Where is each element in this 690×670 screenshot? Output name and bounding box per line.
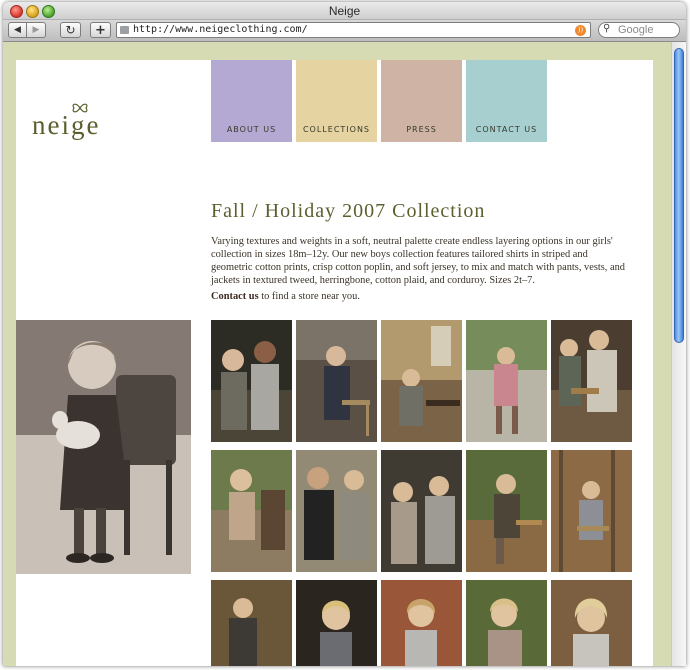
hero-photo [16,320,191,574]
gallery-photo[interactable] [296,450,377,572]
gallery-photo[interactable] [466,580,547,666]
gallery-photo[interactable] [296,580,377,666]
gallery-photo[interactable] [381,320,462,442]
nav-label: PRESS [406,125,437,134]
contact-line-text: to find a store near you. [258,291,360,302]
nav-about-us[interactable]: ABOUT US [211,60,292,142]
gallery-photo[interactable] [211,580,292,666]
nav-label: COLLECTIONS [302,125,371,134]
contact-us-link[interactable]: Contact us [211,291,259,302]
logo-text: neige [32,110,101,140]
address-bar[interactable]: http://www.neigeclothing.com/ )) [116,22,591,38]
browser-toolbar: ◀ ▶ ↻ + http://www.neigeclothing.com/ ))… [3,20,686,42]
page-heading: Fall / Holiday 2007 Collection [211,200,486,222]
scrollbar-thumb[interactable] [674,48,684,343]
url-text[interactable]: http://www.neigeclothing.com/ [133,24,308,35]
gallery-photo[interactable] [551,320,632,442]
contact-line: Contact us to find a store near you. [211,291,360,302]
gallery-photo[interactable] [466,450,547,572]
gallery-photo[interactable] [381,450,462,572]
title-bar: Neige [3,2,686,20]
gallery-photo[interactable] [211,320,292,442]
gallery-photo[interactable] [551,580,632,666]
gallery-photo[interactable] [211,450,292,572]
nav-label: CONTACT US [475,125,538,134]
gallery-photo[interactable] [381,580,462,666]
nav-contact-us[interactable]: CONTACT US [466,60,547,142]
gallery-photo[interactable] [466,320,547,442]
page-content: neige ABOUT US COLLECTIONS PRESS CONTACT… [16,60,653,666]
gallery-photo[interactable] [551,450,632,572]
nav-label: ABOUT US [226,125,277,134]
forward-button[interactable]: ▶ [27,22,46,38]
add-bookmark-button[interactable]: + [90,22,111,38]
intro-paragraph: Varying textures and weights in a soft, … [211,236,626,286]
back-button[interactable]: ◀ [8,22,27,38]
gallery-photo[interactable] [296,320,377,442]
search-input[interactable] [618,23,676,37]
nav-collections[interactable]: COLLECTIONS [296,60,377,142]
window-title: Neige [328,4,361,18]
reload-button[interactable]: ↻ [60,22,81,38]
vertical-scrollbar[interactable] [671,42,686,666]
neige-logo[interactable]: neige [32,102,132,142]
page-icon [120,26,129,34]
search-icon[interactable]: ⚲ [603,23,610,34]
search-field[interactable]: ⚲ [598,22,680,38]
rss-icon[interactable]: )) [575,25,586,36]
nav-press[interactable]: PRESS [381,60,462,142]
browser-window: Neige ◀ ▶ ↻ + http://www.neigeclothing.c… [3,2,686,666]
page-viewport: neige ABOUT US COLLECTIONS PRESS CONTACT… [3,42,686,666]
